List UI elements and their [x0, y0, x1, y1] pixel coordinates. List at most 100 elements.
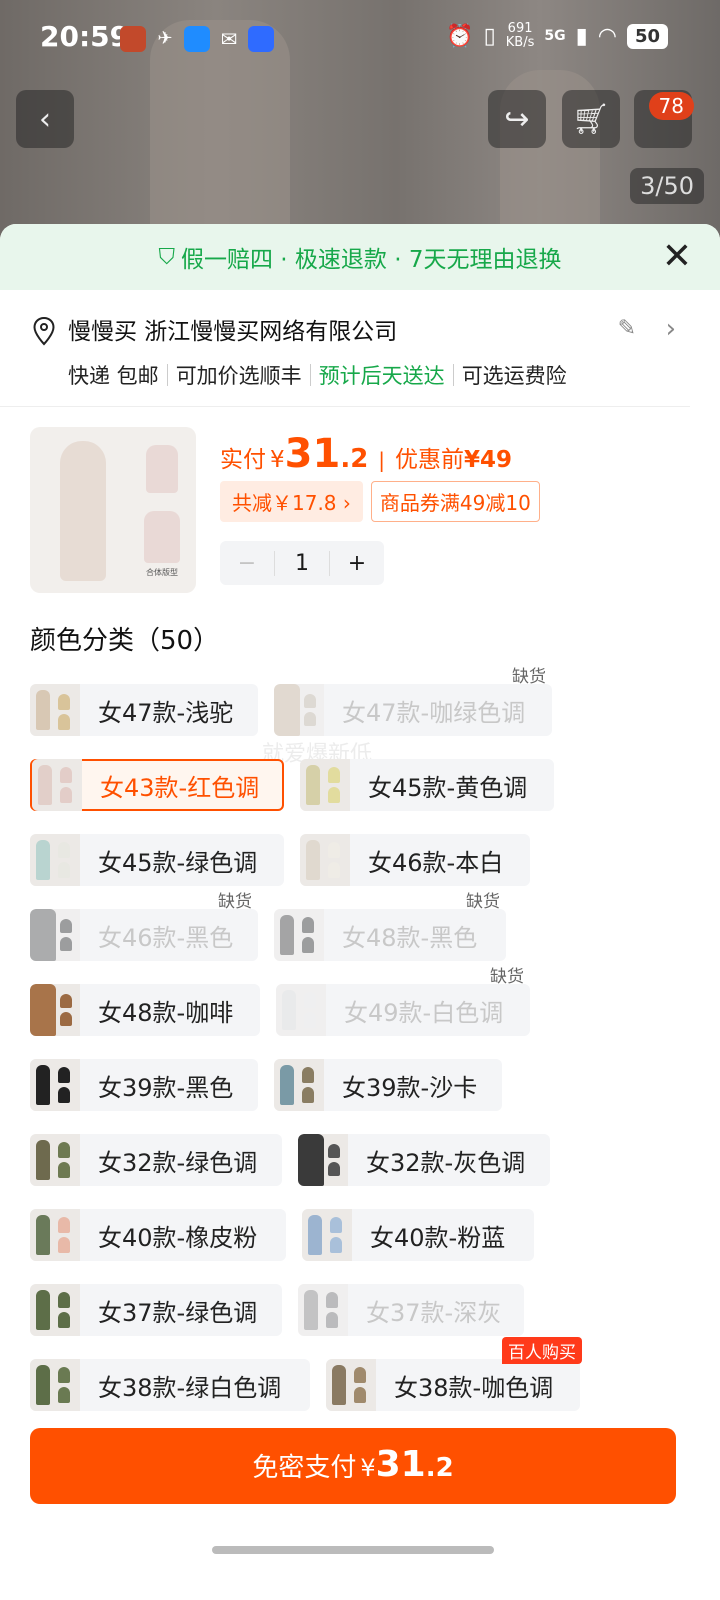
cart-icon: 🛒︎	[571, 101, 611, 137]
variant-label: 女49款-白色调	[344, 998, 504, 1027]
network-speed-value: 691	[507, 21, 533, 36]
variant-option[interactable]: 女48款-咖啡	[30, 984, 260, 1036]
battery-indicator: 50	[626, 23, 668, 49]
variant-option-selected[interactable]: 女43款-红色调	[30, 759, 284, 811]
variant-thumbnail	[30, 1359, 80, 1411]
cart-button[interactable]: 🛒︎	[562, 90, 620, 148]
divider	[452, 364, 454, 386]
variant-label: 女37款-深灰	[366, 1298, 502, 1327]
variant-option[interactable]: 女49款-白色调 缺货	[276, 967, 530, 1036]
variant-label: 女48款-咖啡	[98, 998, 234, 1027]
home-indicator[interactable]	[212, 1546, 494, 1554]
variant-label: 女47款-浅驼	[98, 698, 234, 727]
variant-option[interactable]: 女32款-绿色调	[30, 1134, 282, 1186]
variant-option[interactable]: 女37款-深灰	[298, 1284, 524, 1336]
price-decimal: .2	[340, 444, 369, 474]
variant-label: 女43款-红色调	[100, 773, 260, 802]
ship-item-eta: 预计后天送达	[318, 364, 445, 388]
network-speed: 691 KB/s	[506, 22, 535, 50]
share-button[interactable]: ↪	[488, 90, 546, 148]
guarantee-banner: ⛉ 假一赔四 · 极速退款 · 7天无理由退换 ✕	[0, 224, 720, 290]
variant-option[interactable]: 女40款-橡皮粉	[30, 1209, 286, 1261]
out-of-stock-tag: 缺货	[218, 892, 252, 912]
variant-thumbnail	[30, 909, 80, 961]
share-icon: ↪	[504, 101, 530, 137]
variant-option[interactable]: 女46款-本白	[300, 834, 530, 886]
variant-option[interactable]: 女39款-沙卡	[274, 1059, 502, 1111]
variant-label: 女38款-绿白色调	[98, 1373, 282, 1402]
variant-label: 女47款-咖绿色调	[342, 698, 526, 727]
app-icon	[184, 26, 210, 52]
decrease-button[interactable]: −	[220, 551, 274, 576]
back-button[interactable]: ‹	[16, 90, 74, 148]
variant-option[interactable]: 女48款-黑色 缺货	[274, 892, 506, 961]
variant-thumbnail	[32, 759, 82, 811]
location-pin-icon	[33, 316, 55, 346]
variant-label: 女37款-绿色调	[98, 1298, 258, 1327]
variant-option[interactable]: 女37款-绿色调	[30, 1284, 282, 1336]
shipping-info-row: 快递 包邮 可加价选顺丰 预计后天送达 可选运费险	[68, 360, 660, 390]
original-price: 优惠前¥49	[395, 440, 512, 474]
product-thumbnail[interactable]: 合体版型	[30, 427, 196, 593]
variant-label: 女39款-黑色	[98, 1073, 234, 1102]
variant-thumbnail	[276, 984, 326, 1036]
out-of-stock-tag: 缺货	[512, 667, 546, 687]
variant-thumbnail	[30, 984, 80, 1036]
coupon-chip[interactable]: 商品券满49减10	[370, 481, 540, 522]
variant-label: 女45款-绿色调	[98, 848, 258, 877]
product-summary: 合体版型 实付 ¥ 31 .2 | 优惠前¥49 共减￥17.8 › 商品券满4…	[0, 407, 720, 597]
variant-option[interactable]: 女38款-咖色调 百人购买	[326, 1337, 582, 1411]
variant-label: 女46款-黑色	[98, 923, 234, 952]
app-icon: ✉	[220, 27, 238, 51]
out-of-stock-tag: 缺货	[490, 967, 524, 987]
variant-option[interactable]: 女39款-黑色	[30, 1059, 258, 1111]
shield-check-icon: ⛉	[158, 244, 175, 270]
variant-label: 女46款-本白	[368, 848, 504, 877]
variant-label: 女48款-黑色	[342, 923, 478, 952]
close-icon[interactable]: ✕	[662, 236, 692, 277]
variant-option[interactable]: 女47款-浅驼	[30, 684, 258, 736]
variant-option[interactable]: 女40款-粉蓝	[302, 1209, 534, 1261]
price-row: 实付 ¥ 31 .2 | 优惠前¥49	[220, 431, 512, 477]
quantity-value[interactable]: 1	[274, 550, 330, 576]
divider	[166, 364, 168, 386]
app-icon	[120, 26, 146, 52]
image-counter: 3/50	[630, 168, 704, 204]
variant-option[interactable]: 女45款-绿色调	[30, 834, 284, 886]
price-integer: 31	[284, 431, 341, 477]
pay-price-integer: 31	[375, 1444, 426, 1485]
out-of-stock-tag: 缺货	[466, 892, 500, 912]
variant-option[interactable]: 女32款-灰色调	[298, 1134, 550, 1186]
edit-icon[interactable]: ✎	[618, 316, 636, 341]
variant-option[interactable]: 女38款-绿白色调	[30, 1359, 310, 1411]
chevron-right-icon[interactable]: ›	[666, 314, 676, 344]
dress-back	[144, 511, 180, 563]
discount-detail-chip[interactable]: 共减￥17.8 ›	[220, 481, 363, 522]
variant-thumbnail	[326, 1359, 376, 1411]
variant-label: 女38款-咖色调	[394, 1373, 554, 1402]
ship-item-insurance: 可选运费险	[461, 364, 567, 388]
variant-thumbnail	[30, 834, 80, 886]
vibrate-icon: ▯	[483, 23, 496, 49]
ship-item-express: 快递 包邮	[68, 364, 159, 388]
quantity-stepper: − 1 +	[220, 541, 384, 585]
variant-option[interactable]: 女47款-咖绿色调 缺货	[274, 667, 552, 736]
address-name: 慢慢买 浙江慢慢买网络有限公司	[68, 319, 398, 345]
variant-option[interactable]: 女46款-黑色 缺货	[30, 892, 258, 961]
shipping-address[interactable]: 慢慢买 浙江慢慢买网络有限公司 ✎ › 快递 包邮 可加价选顺丰 预计后天送达 …	[0, 290, 690, 407]
variant-option[interactable]: 女45款-黄色调	[300, 759, 554, 811]
cart-badge: 78	[648, 92, 694, 120]
pay-price-decimal: .2	[425, 1453, 454, 1483]
dress-front	[146, 445, 178, 493]
thumb-tag: 合体版型	[146, 568, 178, 577]
variant-label: 女40款-橡皮粉	[98, 1223, 258, 1252]
divider: |	[378, 448, 386, 472]
divider	[309, 364, 311, 386]
pay-button[interactable]: 免密支付 ¥ 31 .2	[30, 1428, 676, 1504]
variants-title: 颜色分类（50）	[30, 626, 220, 656]
variant-thumbnail	[30, 684, 80, 736]
increase-button[interactable]: +	[330, 551, 384, 576]
variant-label: 女32款-绿色调	[98, 1148, 258, 1177]
variant-thumbnail	[298, 1284, 348, 1336]
status-bar: 20:59 ✈ ✉ ⏰ ▯ 691 KB/s 5G ▮ ◠ 50	[0, 0, 720, 80]
